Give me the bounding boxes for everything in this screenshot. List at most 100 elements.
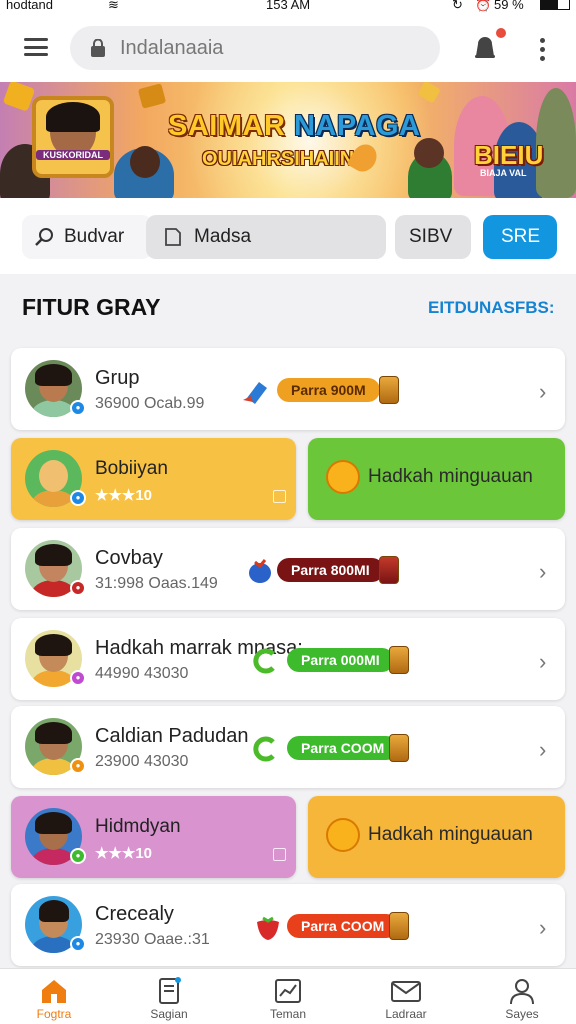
signal-icon: ↻	[452, 0, 463, 12]
checkbox-icon[interactable]	[273, 848, 286, 861]
promo-rating: ★★★10	[95, 845, 153, 862]
avatar-badge: ●	[70, 670, 86, 686]
nav-stats[interactable]: Teman	[248, 977, 328, 1021]
section-title: FITUR GRAY	[22, 294, 161, 320]
promo-cta-label: Hadkah minguauan	[368, 824, 533, 845]
avatar-badge: ●	[70, 758, 86, 774]
menu-icon[interactable]	[24, 38, 48, 56]
list-item[interactable]: ● Crecealy 23930 Oaae.:31 Parra COOM ›	[11, 884, 565, 966]
coin-icon	[379, 376, 399, 404]
promo-banner[interactable]: KUSKORIDAL SAIMAR NAPAGA OUIAHRSIHAIIN B…	[0, 82, 576, 198]
nav-home[interactable]: Fogtra	[14, 977, 94, 1021]
list-item-subtitle: 23930 Oaae.:31	[95, 931, 210, 948]
battery-icon	[540, 0, 570, 10]
green-swirl-icon	[253, 736, 275, 762]
chevron-right-icon[interactable]: ›	[539, 649, 546, 675]
banner-subtitle: OUIAHRSIHAIIN	[202, 148, 355, 170]
banner-badge-sub: BIAJA VAL	[480, 168, 527, 178]
lock-icon	[91, 39, 105, 57]
chevron-right-icon[interactable]: ›	[539, 379, 546, 405]
nav-label: Teman	[269, 1007, 307, 1021]
chevron-right-icon[interactable]: ›	[539, 559, 546, 585]
avatar-badge: ●	[70, 580, 86, 596]
sun-mascot-icon	[326, 460, 360, 494]
avatar-badge: ●	[70, 936, 86, 952]
promo-cta-label: Hadkah minguauan	[368, 466, 533, 487]
avatar-badge: ●	[70, 848, 86, 864]
more-options-icon[interactable]	[540, 38, 546, 65]
coin-icon	[389, 734, 409, 762]
reward-pill: Parra COOM	[287, 914, 399, 938]
list-item-subtitle: 23900 43030	[95, 753, 189, 770]
blue-gem-icon	[243, 382, 267, 404]
search-input[interactable]: Indalanaaia	[70, 26, 440, 70]
file-icon	[165, 228, 181, 246]
reward-pill: Parra 900M	[277, 378, 380, 402]
nav-documents[interactable]: Sagian	[129, 977, 209, 1021]
list-item-subtitle: 36900 Ocab.99	[95, 395, 205, 412]
promo-cta-button[interactable]: Hadkah minguauan	[308, 438, 565, 520]
clock-text: 153 AM	[266, 0, 311, 12]
user-icon	[510, 979, 534, 1005]
nav-mail[interactable]: Ladraar	[366, 977, 446, 1021]
avatar-badge: ●	[70, 490, 86, 506]
reward-pill: Parra 800MI	[277, 558, 384, 582]
promo-cta-button[interactable]: Hadkah minguauan	[308, 796, 565, 878]
alarm-icon: ⏰	[475, 0, 492, 12]
coin-icon	[379, 556, 399, 584]
carrier-text: hodtand	[6, 0, 53, 12]
list-item-name: Crecealy	[95, 903, 174, 925]
filter-bar: Budvar Madsa SIBV SRE	[0, 198, 576, 274]
home-icon	[42, 980, 66, 1003]
promo-name: Hidmdyan	[95, 816, 181, 837]
strawberry-icon	[257, 916, 279, 940]
nav-profile[interactable]: Sayes	[482, 977, 562, 1021]
filter-chip-label: Madsa	[194, 226, 252, 247]
bottom-navigation: Fogtra Sagian Teman Ladraar Sayes	[0, 968, 576, 1024]
banner-face-3	[414, 138, 444, 168]
banner-face-2	[130, 146, 160, 178]
list-item[interactable]: ● Hadkah marrak mnasa: 44990 43030 Parra…	[11, 618, 565, 700]
banner-gem-left	[2, 82, 36, 112]
list-item-name: Grup	[95, 367, 140, 389]
berry-icon	[249, 559, 271, 583]
list-item[interactable]: ● Grup 36900 Ocab.99 Parra 900M ›	[11, 348, 565, 430]
section-see-all-link[interactable]: EITDUNASFBS:	[428, 298, 555, 318]
chevron-right-icon[interactable]: ›	[539, 915, 546, 941]
avatar-badge: ●	[70, 400, 86, 416]
filter-category-chip[interactable]: Madsa	[146, 215, 386, 259]
wifi-icon: ≋	[108, 0, 119, 12]
filter-search-chip[interactable]: Budvar	[22, 215, 152, 259]
chevron-right-icon[interactable]: ›	[539, 737, 546, 763]
list-item[interactable]: ● Covbay 31:998 Oaas.149 Parra 800MI ›	[11, 528, 565, 610]
notification-dot	[494, 26, 508, 40]
reward-pill: Parra 000MI	[287, 648, 394, 672]
nav-label: Ladraar	[385, 1007, 427, 1021]
filter-chip-label: SIBV	[409, 226, 453, 247]
banner-gem-mid	[137, 83, 167, 109]
filter-button-label: SRE	[501, 226, 541, 247]
reward-pill: Parra COOM	[287, 736, 399, 760]
list-item-name: Covbay	[95, 547, 163, 569]
nav-label: Sagian	[150, 1007, 188, 1021]
promo-card[interactable]: ● Hidmdyan ★★★10	[11, 796, 296, 878]
mail-icon	[391, 981, 421, 1002]
document-icon	[159, 977, 181, 1004]
notification-icon[interactable]	[471, 34, 499, 62]
promo-name: Bobiiyan	[95, 458, 168, 479]
search-text: Indalanaaia	[120, 37, 224, 59]
filter-sort-chip[interactable]: SIBV	[395, 215, 471, 259]
filter-apply-button[interactable]: SRE	[483, 215, 557, 259]
promo-card[interactable]: ● Bobiiyan ★★★10	[11, 438, 296, 520]
banner-portrait-frame	[32, 96, 114, 178]
search-icon	[35, 228, 53, 246]
filter-chip-label: Budvar	[64, 226, 125, 247]
checkbox-icon[interactable]	[273, 490, 286, 503]
top-bar: Indalanaaia	[0, 14, 576, 82]
list-item-subtitle: 31:998 Oaas.149	[95, 575, 218, 592]
list-item[interactable]: ● Caldian Padudan 23900 43030 Parra COOM…	[11, 706, 565, 788]
list-item-name: Caldian Padudan	[95, 725, 249, 747]
banner-title: SAIMAR NAPAGA	[168, 110, 421, 142]
chart-icon	[275, 979, 301, 1003]
banner-badge: BIEIU	[474, 140, 544, 170]
